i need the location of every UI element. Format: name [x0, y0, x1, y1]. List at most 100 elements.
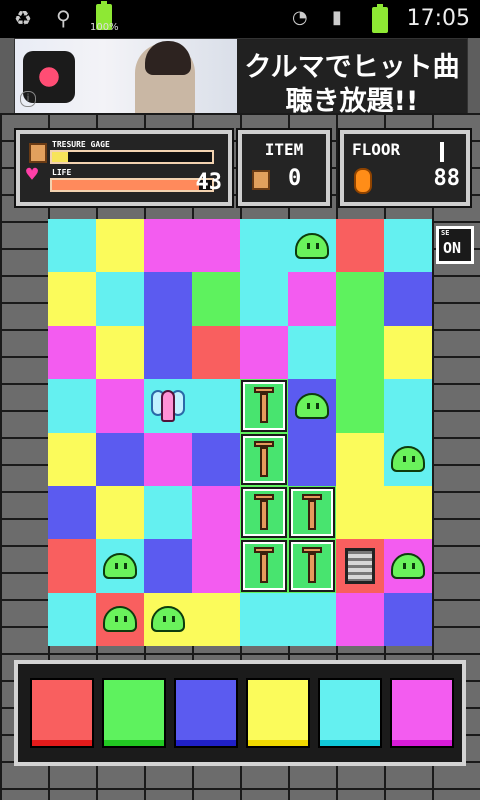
slime-enemy [391, 446, 425, 473]
board-cell-magenta[interactable] [384, 539, 432, 593]
board-cell-yellow[interactable] [336, 432, 384, 486]
board-cell-yellow[interactable] [96, 485, 144, 540]
board-cell-magenta[interactable] [240, 325, 288, 380]
board-cell-cyan[interactable] [288, 219, 336, 273]
board-cell-red[interactable] [336, 219, 384, 273]
board-cell-red[interactable] [48, 539, 96, 593]
board-cell-cyan[interactable] [384, 219, 432, 273]
item-panel: ITEM 0 [238, 130, 330, 206]
board-cell-blue[interactable] [384, 592, 432, 647]
pillar-icon [302, 547, 322, 587]
pillar-post [260, 446, 268, 477]
life-gauge [50, 178, 214, 192]
board-cell-blue[interactable] [192, 432, 240, 486]
board-cell-yellow[interactable] [336, 485, 384, 540]
board-cell-yellow[interactable] [144, 592, 192, 647]
board-cell-cyan[interactable] [48, 379, 96, 433]
board-cell-magenta[interactable] [192, 485, 240, 540]
board-cell-red[interactable] [336, 539, 384, 593]
board-cell-cyan[interactable] [144, 485, 192, 540]
color-button-strip [32, 740, 92, 746]
board-cell-blue[interactable] [384, 272, 432, 326]
board-cell-magenta[interactable] [336, 592, 384, 647]
pillar-block [241, 486, 287, 539]
board-cell-yellow[interactable] [384, 485, 432, 540]
color-button-red[interactable] [30, 678, 94, 748]
floor-number: 88 [433, 166, 461, 191]
slime-enemy [103, 606, 137, 633]
board-cell-green[interactable] [288, 485, 336, 540]
slime-enemy [295, 392, 329, 419]
board-cell-cyan[interactable] [144, 379, 192, 433]
board-cell-green[interactable] [240, 539, 288, 593]
pillar-icon [254, 440, 274, 481]
board-cell-blue[interactable] [288, 432, 336, 486]
board-cell-magenta[interactable] [192, 219, 240, 273]
floor-panel: FLOOR 88 [340, 130, 470, 206]
board-cell-cyan[interactable] [192, 379, 240, 433]
board-cell-green[interactable] [192, 272, 240, 326]
board-cell-yellow[interactable] [384, 325, 432, 380]
board-cell-cyan[interactable] [96, 539, 144, 593]
board-cell-blue[interactable] [288, 379, 336, 433]
pillar-block [289, 486, 335, 539]
board-cell-green[interactable] [240, 379, 288, 433]
board-cell-blue[interactable] [144, 539, 192, 593]
board-cell-cyan[interactable] [288, 325, 336, 380]
info-icon[interactable]: i [20, 91, 36, 107]
ad-copy: クルマでヒット曲 聴き放題!! [237, 39, 467, 114]
color-button-strip [392, 740, 452, 746]
board-cell-cyan[interactable] [48, 592, 96, 647]
board-cell-magenta[interactable] [96, 379, 144, 433]
board-cell-blue[interactable] [144, 272, 192, 326]
game-board[interactable] [48, 219, 432, 647]
color-button-strip [320, 740, 380, 746]
board-cell-yellow[interactable] [192, 592, 240, 647]
board-cell-green[interactable] [336, 325, 384, 380]
board-cell-blue[interactable] [48, 485, 96, 540]
board-cell-green[interactable] [336, 272, 384, 326]
board-cell-blue[interactable] [144, 325, 192, 380]
color-button-blue[interactable] [174, 678, 238, 748]
sound-effect-toggle[interactable]: SE ON [436, 226, 474, 264]
board-cell-yellow[interactable] [96, 219, 144, 273]
ad-banner[interactable]: i クルマでヒット曲 聴き放題!! [14, 38, 468, 115]
board-cell-cyan[interactable] [384, 432, 432, 486]
stairs-icon [345, 548, 375, 585]
color-button-yellow[interactable] [246, 678, 310, 748]
board-cell-green[interactable] [336, 379, 384, 433]
board-cell-yellow[interactable] [48, 432, 96, 486]
color-button-strip [104, 740, 164, 746]
color-button-green[interactable] [102, 678, 166, 748]
board-cell-red[interactable] [96, 592, 144, 647]
board-cell-cyan[interactable] [288, 592, 336, 647]
color-button-magenta[interactable] [390, 678, 454, 748]
board-cell-magenta[interactable] [288, 272, 336, 326]
se-label: SE [441, 229, 450, 237]
signal-icon: ▮ [332, 7, 342, 28]
board-cell-yellow[interactable] [96, 325, 144, 380]
board-cell-cyan[interactable] [240, 219, 288, 273]
board-cell-green[interactable] [240, 432, 288, 486]
board-cell-cyan[interactable] [384, 379, 432, 433]
board-cell-magenta[interactable] [144, 432, 192, 486]
life-label: LIFE [52, 168, 72, 177]
floor-title: FLOOR [352, 140, 401, 159]
board-cell-green[interactable] [240, 485, 288, 540]
board-cell-yellow[interactable] [48, 272, 96, 326]
fairy-player [151, 386, 185, 426]
board-cell-cyan[interactable] [96, 272, 144, 326]
board-cell-cyan[interactable] [48, 219, 96, 273]
pillar-post [260, 553, 268, 584]
color-button-cyan[interactable] [318, 678, 382, 748]
board-cell-green[interactable] [288, 539, 336, 593]
item-count: 0 [288, 166, 302, 191]
board-cell-cyan[interactable] [240, 592, 288, 647]
board-cell-blue[interactable] [96, 432, 144, 486]
board-cell-magenta[interactable] [192, 539, 240, 593]
pillar-block [241, 433, 287, 485]
board-cell-cyan[interactable] [240, 272, 288, 326]
board-cell-magenta[interactable] [48, 325, 96, 380]
board-cell-magenta[interactable] [144, 219, 192, 273]
board-cell-red[interactable] [192, 325, 240, 380]
